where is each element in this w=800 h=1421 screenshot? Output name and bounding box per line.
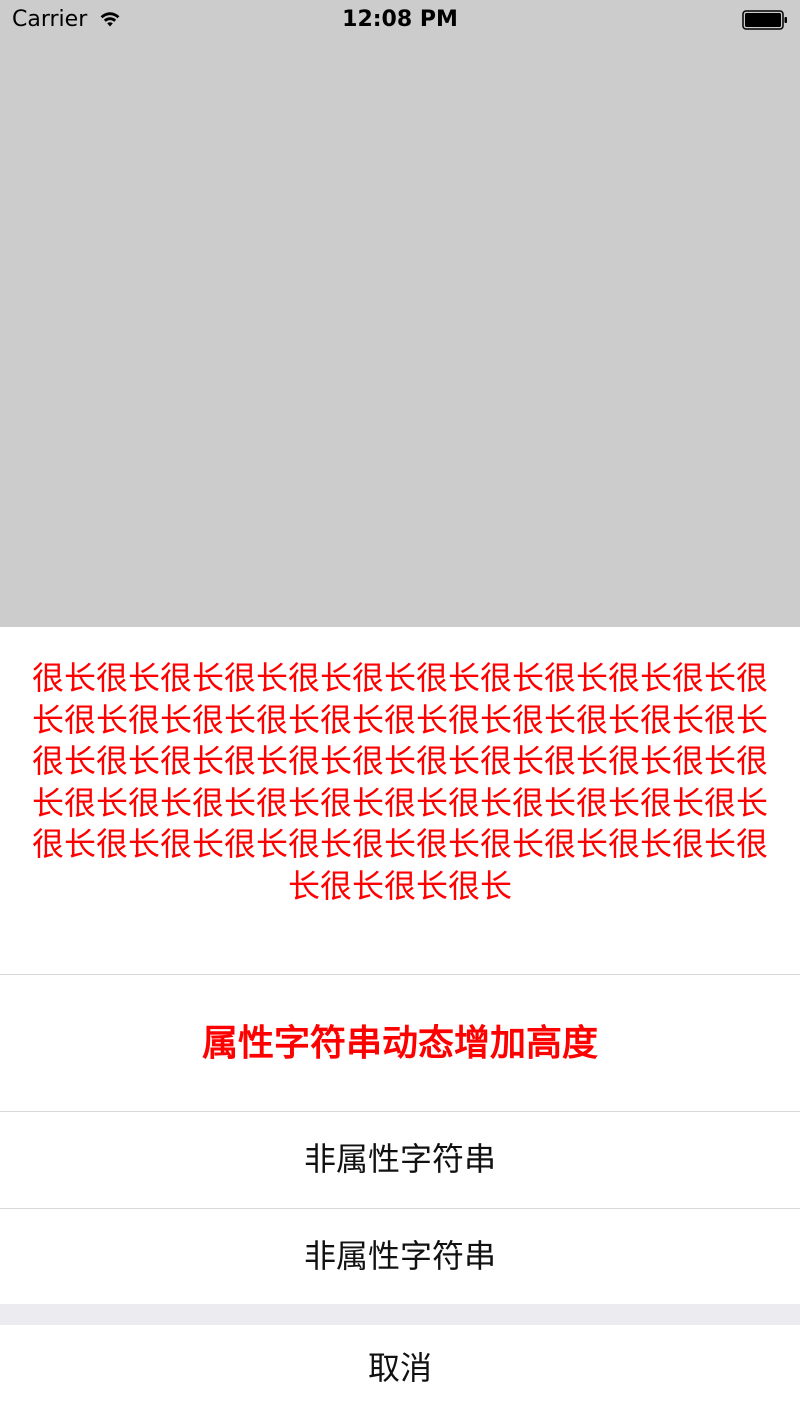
clock: 12:08 PM: [342, 7, 458, 32]
cancel-button[interactable]: 取消: [0, 1325, 800, 1421]
status-bar: Carrier 12:08 PM: [0, 0, 800, 40]
cancel-separator: [0, 1304, 800, 1325]
battery-icon: [742, 10, 787, 30]
screen: Carrier 12:08 PM 很长很长很长很长很长很长很长很长很长很长很长很…: [0, 0, 800, 1421]
action-plain-string-button-1[interactable]: 非属性字符串: [0, 1112, 800, 1207]
action-plain-string-button-2[interactable]: 非属性字符串: [0, 1209, 800, 1304]
action-sheet: 很长很长很长很长很长很长很长很长很长很长很长很长很长很长很长很长很长很长很长很长…: [0, 627, 800, 1421]
action-dynamic-height-button[interactable]: 属性字符串动态增加高度: [0, 975, 800, 1112]
action-sheet-message: 很长很长很长很长很长很长很长很长很长很长很长很长很长很长很长很长很长很长很长很长…: [31, 659, 768, 905]
